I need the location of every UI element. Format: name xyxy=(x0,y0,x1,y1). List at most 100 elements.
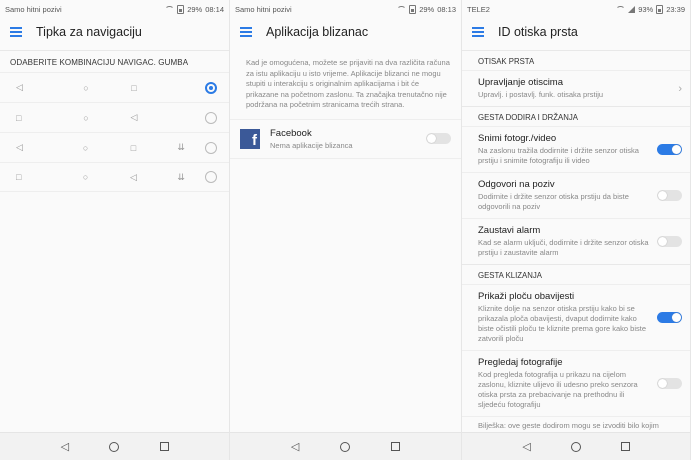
clock: 23:39 xyxy=(666,4,685,14)
answer-call-toggle[interactable] xyxy=(657,190,682,201)
notification-panel-toggle[interactable] xyxy=(657,312,682,323)
recents-icon xyxy=(159,442,169,451)
option-radio-selected[interactable] xyxy=(205,81,217,94)
home-button[interactable] xyxy=(566,437,586,457)
recents-button[interactable] xyxy=(154,437,174,457)
home-button[interactable] xyxy=(104,437,124,457)
wifi-icon xyxy=(616,5,626,13)
item-title: Zaustavi alarm xyxy=(478,225,541,236)
back-icon: ◁ xyxy=(522,441,531,453)
status-carrier: Samo hitni pozivi xyxy=(5,4,62,14)
option-radio[interactable] xyxy=(205,111,217,124)
feature-description: Kad je omogućena, možete se prijaviti na… xyxy=(246,58,450,109)
home-icon xyxy=(109,441,120,452)
app-twin-toggle[interactable] xyxy=(426,133,451,144)
stop-alarm-toggle[interactable] xyxy=(657,236,682,247)
page-title: Aplikacija blizanac xyxy=(266,25,369,39)
app-name: Facebook xyxy=(270,127,312,139)
menu-icon[interactable] xyxy=(10,27,22,37)
nav-option-4[interactable]: □ ○ ◁ ⇊ xyxy=(0,162,229,192)
back-key-icon: ◁ xyxy=(16,82,23,92)
status-bar: Samo hitni pozivi 29% 08:13 xyxy=(230,0,461,18)
capture-photo-toggle[interactable] xyxy=(657,144,682,155)
recents-icon xyxy=(391,442,401,451)
status-carrier: TELE2 xyxy=(467,4,490,14)
section-header: GESTA KLIZANJA xyxy=(462,264,690,284)
status-carrier: Samo hitni pozivi xyxy=(235,4,292,14)
battery-level: 29% xyxy=(419,4,435,14)
home-key-icon: ○ xyxy=(82,172,89,182)
panel-fingerprint-id: TELE2 93% 23:39 ID otiska prsta OTISAK P… xyxy=(462,0,691,460)
recents-key-icon: □ xyxy=(16,112,22,123)
signal-icon xyxy=(628,5,636,13)
item-title: Odgovori na poziv xyxy=(478,179,555,190)
chevron-right-icon: › xyxy=(678,82,682,95)
panel-navigation-key: Samo hitni pozivi 29% 08:14 Tipka za nav… xyxy=(0,0,230,460)
nav-option-3[interactable]: ◁ ○ □ ⇊ xyxy=(0,132,229,162)
home-key-icon: ○ xyxy=(82,142,89,153)
page-title: Tipka za navigaciju xyxy=(36,25,142,39)
home-button[interactable] xyxy=(335,437,355,457)
browse-photos-item[interactable]: Pregledaj fotografije Kod pregleda fotog… xyxy=(462,350,690,416)
clock: 08:13 xyxy=(437,4,456,14)
option-radio[interactable] xyxy=(205,141,218,154)
facebook-icon: f xyxy=(240,128,260,149)
item-subtitle: Kad se alarm uključi, dodirnite i držite… xyxy=(478,238,649,257)
menu-icon[interactable] xyxy=(240,27,252,37)
answer-call-item[interactable]: Odgovori na poziv Dodirnite i držite sen… xyxy=(462,172,690,218)
wifi-icon xyxy=(397,5,407,13)
battery-icon xyxy=(656,4,664,14)
stop-alarm-item[interactable]: Zaustavi alarm Kad se alarm uključi, dod… xyxy=(462,218,690,264)
back-icon: ◁ xyxy=(290,441,300,453)
recents-key-icon: □ xyxy=(130,142,137,153)
back-button[interactable]: ◁ xyxy=(285,437,305,457)
notification-panel-item[interactable]: Prikaži ploču obavijesti Kliznite dolje … xyxy=(462,284,690,350)
nav-option-1[interactable]: ◁ ○ □ xyxy=(0,72,229,102)
recents-key-icon: □ xyxy=(131,82,137,93)
item-title: Snimi fotogr./video xyxy=(478,133,557,144)
battery-icon xyxy=(409,4,417,14)
back-key-icon: ◁ xyxy=(130,112,138,122)
battery-level: 29% xyxy=(187,4,203,14)
browse-photos-toggle[interactable] xyxy=(657,378,682,389)
home-icon xyxy=(340,441,351,452)
item-title: Upravljanje otiscima xyxy=(478,77,564,88)
capture-photo-item[interactable]: Snimi fotogr./video Na zaslonu tražila d… xyxy=(462,126,690,172)
nav-option-2[interactable]: □ ○ ◁ xyxy=(0,102,229,132)
system-nav-bar: ◁ xyxy=(462,432,690,460)
back-key-icon: ◁ xyxy=(16,142,23,152)
back-button[interactable]: ◁ xyxy=(55,437,75,457)
notification-key-icon: ⇊ xyxy=(177,171,185,182)
system-nav-bar: ◁ xyxy=(0,432,229,460)
recents-button[interactable] xyxy=(615,437,635,457)
panel-app-twin: Samo hitni pozivi 29% 08:13 Aplikacija b… xyxy=(230,0,462,460)
menu-icon[interactable] xyxy=(472,27,484,37)
manage-fingerprints-item[interactable]: Upravljanje otiscima Upravlj. i postavlj… xyxy=(462,70,690,106)
back-button[interactable]: ◁ xyxy=(517,437,537,457)
item-subtitle: Na zaslonu tražila dodirnite i držite se… xyxy=(478,146,639,165)
app-row-facebook[interactable]: f Facebook Nema aplikacije blizanca xyxy=(230,118,461,159)
wifi-icon xyxy=(165,5,175,13)
item-title: Pregledaj fotografije xyxy=(478,357,563,368)
recents-button[interactable] xyxy=(386,437,406,457)
back-icon: ◁ xyxy=(60,441,70,453)
recents-icon xyxy=(620,442,630,451)
battery-icon xyxy=(177,4,185,14)
notification-key-icon: ⇊ xyxy=(177,142,185,152)
option-radio[interactable] xyxy=(205,171,218,183)
system-nav-bar: ◁ xyxy=(230,432,461,460)
recents-key-icon: □ xyxy=(16,172,22,182)
item-subtitle: Dodirnite i držite senzor otiska prstiju… xyxy=(478,192,629,211)
page-title: ID otiska prsta xyxy=(498,25,578,39)
battery-level: 93% xyxy=(638,4,654,14)
status-bar: Samo hitni pozivi 29% 08:14 xyxy=(0,0,229,18)
section-header: ODABERITE KOMBINACIJU NAVIGAC. GUMBA xyxy=(0,50,229,72)
item-title: Prikaži ploču obavijesti xyxy=(478,291,575,302)
title-bar: Aplikacija blizanac xyxy=(230,18,461,46)
item-subtitle: Kod pregleda fotografija u prikazu na ci… xyxy=(478,370,638,409)
section-header: OTISAK PRSTA xyxy=(462,50,690,70)
section-header: GESTA DODIRA I DRŽANJA xyxy=(462,106,690,126)
home-icon xyxy=(570,441,581,452)
clock: 08:14 xyxy=(205,4,224,14)
home-key-icon: ○ xyxy=(83,82,89,93)
